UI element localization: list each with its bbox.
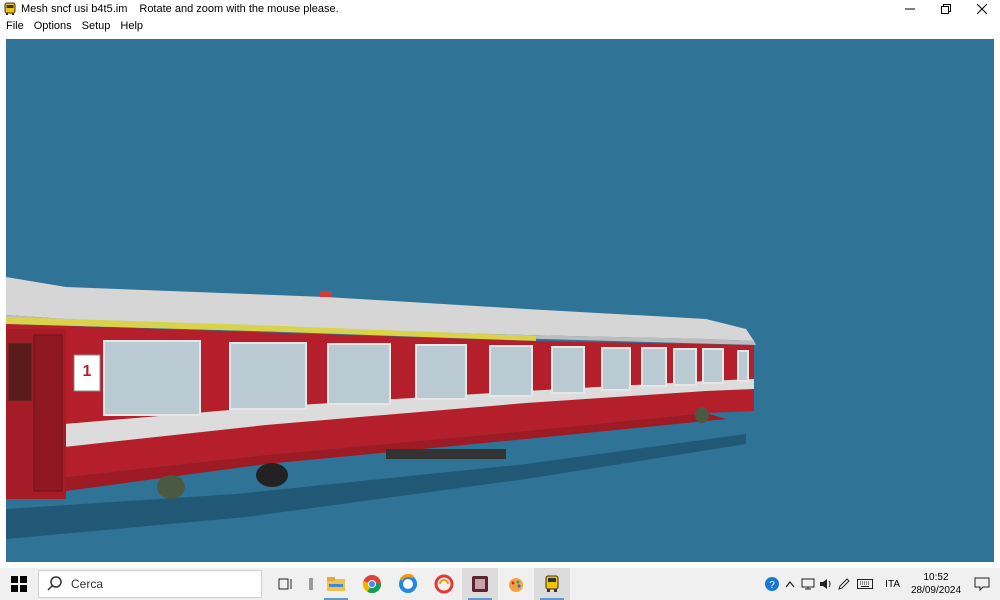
train-app-icon	[3, 2, 17, 16]
taskbar-train-app[interactable]	[534, 568, 570, 600]
language-indicator[interactable]: ITA	[877, 579, 908, 590]
close-button[interactable]	[964, 0, 1000, 17]
ccleaner-icon	[434, 574, 454, 594]
chevron-up-icon[interactable]	[781, 568, 799, 600]
windows-icon	[11, 576, 27, 592]
chrome-icon	[362, 575, 381, 594]
volume-icon[interactable]	[817, 568, 835, 600]
menu-setup[interactable]: Setup	[77, 20, 116, 32]
help-tray-icon[interactable]: ?	[763, 568, 781, 600]
taskbar-file-explorer[interactable]	[318, 568, 354, 600]
pen-icon[interactable]	[835, 568, 853, 600]
video-app-icon	[472, 576, 488, 592]
system-tray: ? ITA 10:52 28/09/2024	[763, 568, 1000, 600]
taskbar-paint-app[interactable]	[498, 568, 534, 600]
menu-help[interactable]: Help	[115, 20, 148, 32]
svg-text:?: ?	[769, 580, 775, 591]
start-button[interactable]	[0, 568, 38, 600]
minimize-icon	[905, 8, 915, 9]
clock[interactable]: 10:52 28/09/2024	[908, 571, 964, 597]
clock-time: 10:52	[923, 572, 949, 583]
first-class-label: 1	[83, 363, 92, 380]
3d-viewport[interactable]: 1	[6, 39, 994, 562]
taskbar-video-app[interactable]	[462, 568, 498, 600]
train-coach-render: 1	[6, 277, 756, 539]
taskbar-browser[interactable]	[390, 568, 426, 600]
notification-button[interactable]	[964, 568, 1000, 600]
keyboard-icon[interactable]	[853, 568, 877, 600]
taskbar-ccleaner[interactable]	[426, 568, 462, 600]
train-app-icon	[545, 575, 559, 592]
task-view-button[interactable]	[268, 568, 304, 600]
notification-icon	[974, 577, 990, 591]
search-input[interactable]: Cerca	[38, 570, 262, 598]
menu-file[interactable]: File	[0, 20, 29, 32]
paint-app-icon	[509, 578, 523, 592]
menu-options[interactable]: Options	[29, 20, 77, 32]
file-explorer-icon	[327, 577, 345, 591]
window-hint: Rotate and zoom with the mouse please.	[139, 2, 339, 15]
clock-date: 28/09/2024	[910, 585, 962, 596]
divider-icon	[309, 578, 313, 590]
menu-bar: File Options Setup Help	[0, 17, 1000, 35]
task-view-icon	[278, 578, 292, 590]
taskbar-chrome[interactable]	[354, 568, 390, 600]
restore-button[interactable]	[928, 0, 964, 17]
close-icon	[977, 3, 987, 14]
title-bar: Mesh sncf usi b4t5.im Rotate and zoom wi…	[0, 0, 1000, 17]
search-placeholder: Cerca	[71, 577, 104, 591]
restore-icon	[941, 3, 951, 14]
separator-handle	[304, 568, 318, 600]
window-title: Mesh sncf usi b4t5.im	[21, 2, 128, 15]
search-icon	[47, 576, 62, 591]
network-icon[interactable]	[799, 568, 817, 600]
browser-icon	[399, 574, 417, 593]
minimize-button[interactable]	[892, 0, 928, 17]
taskbar: Cerca ? ITA 10:52 28/09/2024	[0, 568, 1000, 600]
window-controls	[892, 0, 1000, 17]
